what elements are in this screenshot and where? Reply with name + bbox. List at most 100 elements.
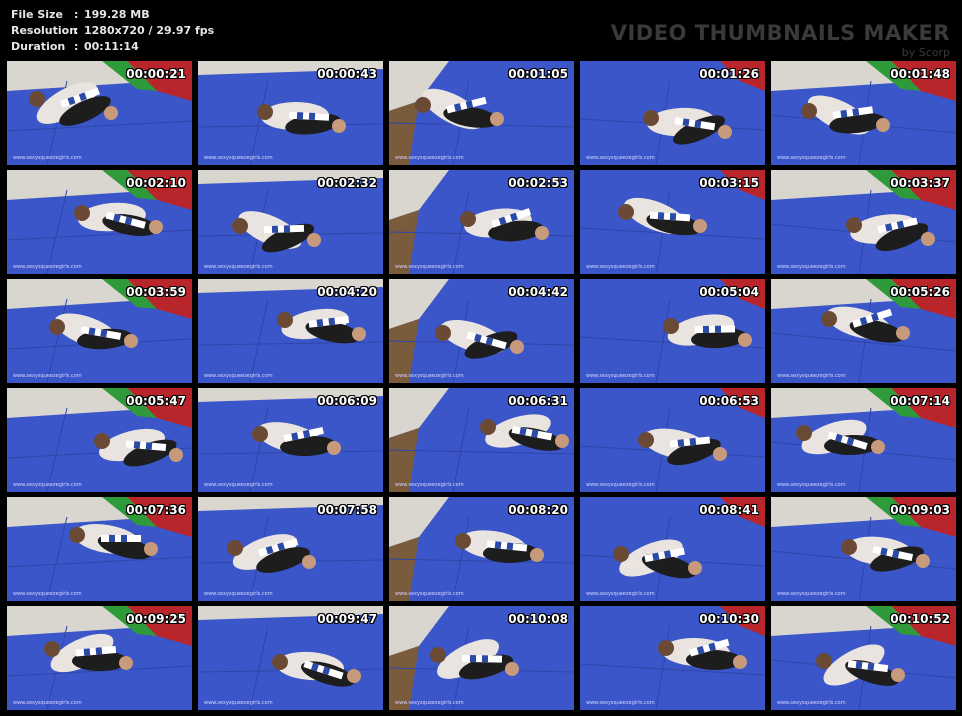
file-size-value: 199.28 MB xyxy=(84,8,150,21)
video-thumbnail: 00:06:31 www.sexysqueezegirls.com xyxy=(389,388,574,492)
watermark-title: VIDEO THUMBNAILS MAKER xyxy=(610,21,950,45)
video-thumbnail: 00:08:41 www.sexysqueezegirls.com xyxy=(580,497,765,601)
thumbnail-timestamp: 00:04:20 xyxy=(317,285,377,299)
video-thumbnail: 00:10:08 www.sexysqueezegirls.com xyxy=(389,606,574,710)
resolution-row: Resolution : 1280x720 / 29.97 fps xyxy=(11,23,214,39)
video-thumbnail: 00:01:05 www.sexysqueezegirls.com xyxy=(389,61,574,165)
thumbnail-site-watermark: www.sexysqueezegirls.com xyxy=(13,264,82,270)
duration-row: Duration : 00:11:14 xyxy=(11,39,214,55)
video-thumbnail: 00:05:04 www.sexysqueezegirls.com xyxy=(580,279,765,383)
thumbnail-timestamp: 00:02:53 xyxy=(508,176,568,190)
thumbnail-timestamp: 00:09:25 xyxy=(126,612,186,626)
thumbnail-site-watermark: www.sexysqueezegirls.com xyxy=(395,373,464,379)
thumbnail-site-watermark: www.sexysqueezegirls.com xyxy=(586,482,655,488)
thumbnail-timestamp: 00:03:59 xyxy=(126,285,186,299)
thumbnail-site-watermark: www.sexysqueezegirls.com xyxy=(13,591,82,597)
video-thumbnail: 00:03:37 www.sexysqueezegirls.com xyxy=(771,170,956,274)
thumbnail-site-watermark: www.sexysqueezegirls.com xyxy=(13,482,82,488)
thumbnail-site-watermark: www.sexysqueezegirls.com xyxy=(395,264,464,270)
video-thumbnail: 00:10:30 www.sexysqueezegirls.com xyxy=(580,606,765,710)
video-thumbnail: 00:05:26 www.sexysqueezegirls.com xyxy=(771,279,956,383)
video-thumbnail: 00:06:09 www.sexysqueezegirls.com xyxy=(198,388,383,492)
thumbnail-timestamp: 00:02:32 xyxy=(317,176,377,190)
video-thumbnail: 00:00:43 www.sexysqueezegirls.com xyxy=(198,61,383,165)
thumbnail-timestamp: 00:03:37 xyxy=(890,176,950,190)
resolution-separator: : xyxy=(74,24,79,37)
thumbnail-timestamp: 00:07:58 xyxy=(317,503,377,517)
thumbnail-timestamp: 00:06:53 xyxy=(699,394,759,408)
thumbnail-timestamp: 00:04:42 xyxy=(508,285,568,299)
thumbnail-timestamp: 00:09:47 xyxy=(317,612,377,626)
thumbnail-site-watermark: www.sexysqueezegirls.com xyxy=(395,155,464,161)
thumbnail-timestamp: 00:06:09 xyxy=(317,394,377,408)
video-thumbnail: 00:06:53 www.sexysqueezegirls.com xyxy=(580,388,765,492)
video-thumbnail: 00:04:42 www.sexysqueezegirls.com xyxy=(389,279,574,383)
thumbnail-timestamp: 00:00:21 xyxy=(126,67,186,81)
video-thumbnail: 00:04:20 www.sexysqueezegirls.com xyxy=(198,279,383,383)
thumbnail-site-watermark: www.sexysqueezegirls.com xyxy=(777,591,846,597)
thumbnail-timestamp: 00:08:20 xyxy=(508,503,568,517)
duration-separator: : xyxy=(74,40,79,53)
thumbnail-site-watermark: www.sexysqueezegirls.com xyxy=(395,482,464,488)
video-thumbnail: 00:09:25 www.sexysqueezegirls.com xyxy=(7,606,192,710)
duration-label: Duration xyxy=(11,40,66,53)
thumbnail-timestamp: 00:07:36 xyxy=(126,503,186,517)
video-thumbnail: 00:03:15 www.sexysqueezegirls.com xyxy=(580,170,765,274)
thumbnail-site-watermark: www.sexysqueezegirls.com xyxy=(586,373,655,379)
thumbnail-timestamp: 00:09:03 xyxy=(890,503,950,517)
thumbnail-site-watermark: www.sexysqueezegirls.com xyxy=(204,155,273,161)
video-thumbnail: 00:00:21 www.sexysqueezegirls.com xyxy=(7,61,192,165)
video-thumbnail: 00:02:10 www.sexysqueezegirls.com xyxy=(7,170,192,274)
file-size-label: File Size xyxy=(11,8,63,21)
video-thumbnail: 00:07:14 www.sexysqueezegirls.com xyxy=(771,388,956,492)
thumbnail-site-watermark: www.sexysqueezegirls.com xyxy=(586,700,655,706)
thumbnail-timestamp: 00:01:26 xyxy=(699,67,759,81)
thumbnail-timestamp: 00:01:48 xyxy=(890,67,950,81)
thumbnail-site-watermark: www.sexysqueezegirls.com xyxy=(777,700,846,706)
thumbnail-site-watermark: www.sexysqueezegirls.com xyxy=(586,264,655,270)
thumbnail-timestamp: 00:07:14 xyxy=(890,394,950,408)
file-size-row: File Size : 199.28 MB xyxy=(11,7,214,23)
thumbnail-timestamp: 00:10:08 xyxy=(508,612,568,626)
video-thumbnail: 00:03:59 www.sexysqueezegirls.com xyxy=(7,279,192,383)
thumbnail-site-watermark: www.sexysqueezegirls.com xyxy=(204,373,273,379)
thumbnail-site-watermark: www.sexysqueezegirls.com xyxy=(777,155,846,161)
duration-value: 00:11:14 xyxy=(84,40,139,53)
video-thumbnail: 00:01:48 www.sexysqueezegirls.com xyxy=(771,61,956,165)
thumbnail-site-watermark: www.sexysqueezegirls.com xyxy=(204,482,273,488)
thumbnail-site-watermark: www.sexysqueezegirls.com xyxy=(395,700,464,706)
thumbnail-timestamp: 00:03:15 xyxy=(699,176,759,190)
video-thumbnail: 00:07:36 www.sexysqueezegirls.com xyxy=(7,497,192,601)
video-thumbnail: 00:10:52 www.sexysqueezegirls.com xyxy=(771,606,956,710)
thumbnail-site-watermark: www.sexysqueezegirls.com xyxy=(204,591,273,597)
video-thumbnail: 00:07:58 www.sexysqueezegirls.com xyxy=(198,497,383,601)
file-info-panel: File Size : 199.28 MB Resolution : 1280x… xyxy=(11,7,214,55)
resolution-label: Resolution xyxy=(11,24,78,37)
thumbnail-timestamp: 00:05:47 xyxy=(126,394,186,408)
video-thumbnail: 00:08:20 www.sexysqueezegirls.com xyxy=(389,497,574,601)
file-size-separator: : xyxy=(74,8,79,21)
thumbnail-site-watermark: www.sexysqueezegirls.com xyxy=(395,591,464,597)
thumbnail-timestamp: 00:08:41 xyxy=(699,503,759,517)
thumbnail-site-watermark: www.sexysqueezegirls.com xyxy=(586,591,655,597)
thumbnail-site-watermark: www.sexysqueezegirls.com xyxy=(777,264,846,270)
thumbnail-timestamp: 00:05:04 xyxy=(699,285,759,299)
video-thumbnail: 00:02:32 www.sexysqueezegirls.com xyxy=(198,170,383,274)
video-thumbnail: 00:01:26 www.sexysqueezegirls.com xyxy=(580,61,765,165)
watermark-subtitle: by Scorp xyxy=(901,46,950,59)
video-thumbnail: 00:09:03 www.sexysqueezegirls.com xyxy=(771,497,956,601)
thumbnail-site-watermark: www.sexysqueezegirls.com xyxy=(204,700,273,706)
video-thumbnail: 00:05:47 www.sexysqueezegirls.com xyxy=(7,388,192,492)
thumbnail-site-watermark: www.sexysqueezegirls.com xyxy=(13,700,82,706)
thumbnail-site-watermark: www.sexysqueezegirls.com xyxy=(204,264,273,270)
resolution-value: 1280x720 / 29.97 fps xyxy=(84,24,215,37)
thumbnail-timestamp: 00:01:05 xyxy=(508,67,568,81)
video-thumbnail: 00:02:53 www.sexysqueezegirls.com xyxy=(389,170,574,274)
thumbnail-site-watermark: www.sexysqueezegirls.com xyxy=(13,155,82,161)
thumbnail-timestamp: 00:00:43 xyxy=(317,67,377,81)
thumbnail-site-watermark: www.sexysqueezegirls.com xyxy=(777,482,846,488)
thumbnail-timestamp: 00:10:52 xyxy=(890,612,950,626)
thumbnail-timestamp: 00:05:26 xyxy=(890,285,950,299)
video-thumbnail: 00:09:47 www.sexysqueezegirls.com xyxy=(198,606,383,710)
thumbnail-timestamp: 00:10:30 xyxy=(699,612,759,626)
